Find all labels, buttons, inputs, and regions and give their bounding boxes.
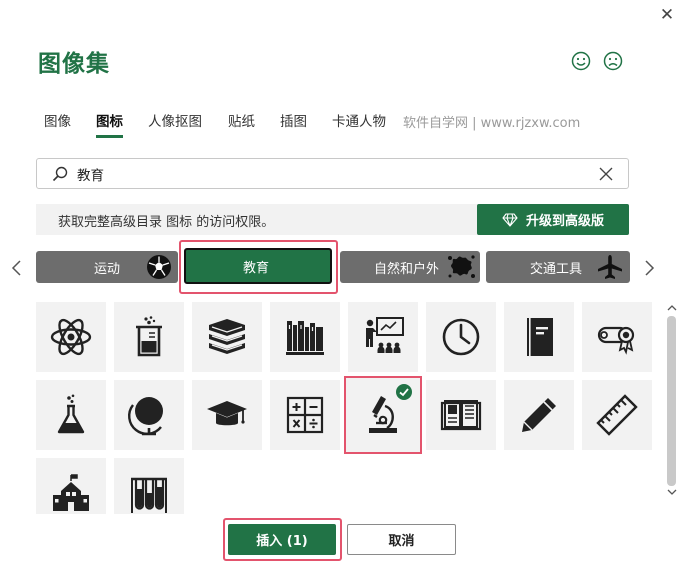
test-tubes-icon bbox=[131, 477, 167, 513]
stacked-books-icon bbox=[209, 319, 245, 354]
insert-button[interactable]: 插入 (1) bbox=[228, 524, 336, 555]
icon-tile-classroom[interactable] bbox=[348, 302, 418, 372]
cancel-button[interactable]: 取消 bbox=[347, 524, 456, 555]
tab-icons[interactable]: 图标 bbox=[96, 110, 123, 138]
diamond-icon bbox=[502, 212, 518, 227]
chevron-right-icon[interactable] bbox=[641, 258, 657, 278]
icon-tile-open-book[interactable] bbox=[426, 380, 496, 450]
icon-tile-stacked-books[interactable] bbox=[192, 302, 262, 372]
notebook-icon bbox=[527, 318, 553, 356]
calculator-icon bbox=[286, 396, 324, 434]
clock-icon bbox=[442, 318, 480, 356]
flask-icon bbox=[57, 394, 85, 434]
scroll-down-arrow-icon[interactable] bbox=[667, 488, 677, 496]
search-input[interactable] bbox=[77, 163, 577, 185]
scroll-up-arrow-icon[interactable] bbox=[667, 304, 677, 312]
icon-tile-atom[interactable] bbox=[36, 302, 106, 372]
icon-tile-notebook[interactable] bbox=[504, 302, 574, 372]
tab-illustrations[interactable]: 插图 bbox=[280, 110, 307, 130]
dialog-title: 图像集 bbox=[38, 51, 110, 77]
grid-scrollbar[interactable] bbox=[665, 302, 678, 514]
beaker-icon bbox=[136, 316, 162, 357]
globe-icon bbox=[128, 397, 163, 436]
smile-feedback-icon[interactable] bbox=[570, 50, 592, 72]
icon-tile-bookshelf[interactable] bbox=[270, 302, 340, 372]
diploma-icon bbox=[597, 326, 635, 355]
tab-cartoon-people[interactable]: 卡通人物 bbox=[332, 110, 386, 130]
icon-tile-graduation-cap[interactable] bbox=[192, 380, 262, 450]
icon-tile-calculator[interactable] bbox=[270, 380, 340, 450]
category-transportation[interactable]: 交通工具 bbox=[486, 251, 630, 283]
open-book-icon bbox=[440, 400, 482, 431]
category-label: 运动 bbox=[94, 261, 121, 277]
search-box bbox=[36, 158, 629, 189]
icon-tile-ruler[interactable] bbox=[582, 380, 652, 450]
tab-cutout-people[interactable]: 人像抠图 bbox=[148, 110, 202, 130]
icon-tile-microscope[interactable] bbox=[344, 376, 422, 454]
watermark-text: 软件自学网 | www.rjzxw.com bbox=[403, 116, 581, 131]
close-button[interactable]: ✕ bbox=[657, 5, 677, 25]
icon-tile-pencil[interactable] bbox=[504, 380, 574, 450]
icon-grid bbox=[36, 302, 658, 514]
category-label: 教育 bbox=[243, 260, 270, 276]
chevron-left-icon[interactable] bbox=[9, 258, 25, 278]
tab-images[interactable]: 图像 bbox=[44, 110, 71, 130]
upgrade-button-label: 升级到高级版 bbox=[525, 214, 604, 229]
scrollbar-thumb[interactable] bbox=[667, 316, 676, 486]
pencil-icon bbox=[522, 398, 556, 432]
category-label: 交通工具 bbox=[530, 261, 583, 277]
graduation-cap-icon bbox=[207, 401, 247, 426]
search-icon bbox=[52, 166, 68, 182]
icon-tile-flask[interactable] bbox=[36, 380, 106, 450]
ruler-icon bbox=[596, 394, 638, 436]
classroom-teacher-icon bbox=[366, 317, 404, 353]
icon-tile-school[interactable] bbox=[36, 458, 106, 514]
category-sports[interactable]: 运动 bbox=[36, 251, 178, 283]
icon-tile-globe[interactable] bbox=[114, 380, 184, 450]
clear-search-icon[interactable] bbox=[598, 166, 614, 182]
icon-tile-beaker[interactable] bbox=[114, 302, 184, 372]
school-icon bbox=[53, 474, 89, 511]
soccer-ball-icon bbox=[147, 255, 171, 279]
icon-tile-test-tubes[interactable] bbox=[114, 458, 184, 514]
category-education[interactable]: 教育 bbox=[184, 248, 332, 284]
premium-banner-text: 获取完整高级目录 图标 的访问权限。 bbox=[58, 215, 275, 230]
icon-tile-clock[interactable] bbox=[426, 302, 496, 372]
category-label: 自然和户外 bbox=[374, 261, 440, 277]
frown-feedback-icon[interactable] bbox=[602, 50, 624, 72]
tab-stickers[interactable]: 贴纸 bbox=[228, 110, 255, 130]
selected-check-icon bbox=[396, 384, 412, 400]
bookshelf-icon bbox=[286, 321, 324, 355]
atom-icon bbox=[50, 318, 92, 356]
category-nature-outdoors[interactable]: 自然和户外 bbox=[340, 251, 480, 283]
upgrade-button[interactable]: 升级到高级版 bbox=[477, 204, 629, 235]
airplane-icon bbox=[598, 255, 622, 279]
splash-icon bbox=[448, 255, 475, 278]
icon-tile-diploma[interactable] bbox=[582, 302, 652, 372]
